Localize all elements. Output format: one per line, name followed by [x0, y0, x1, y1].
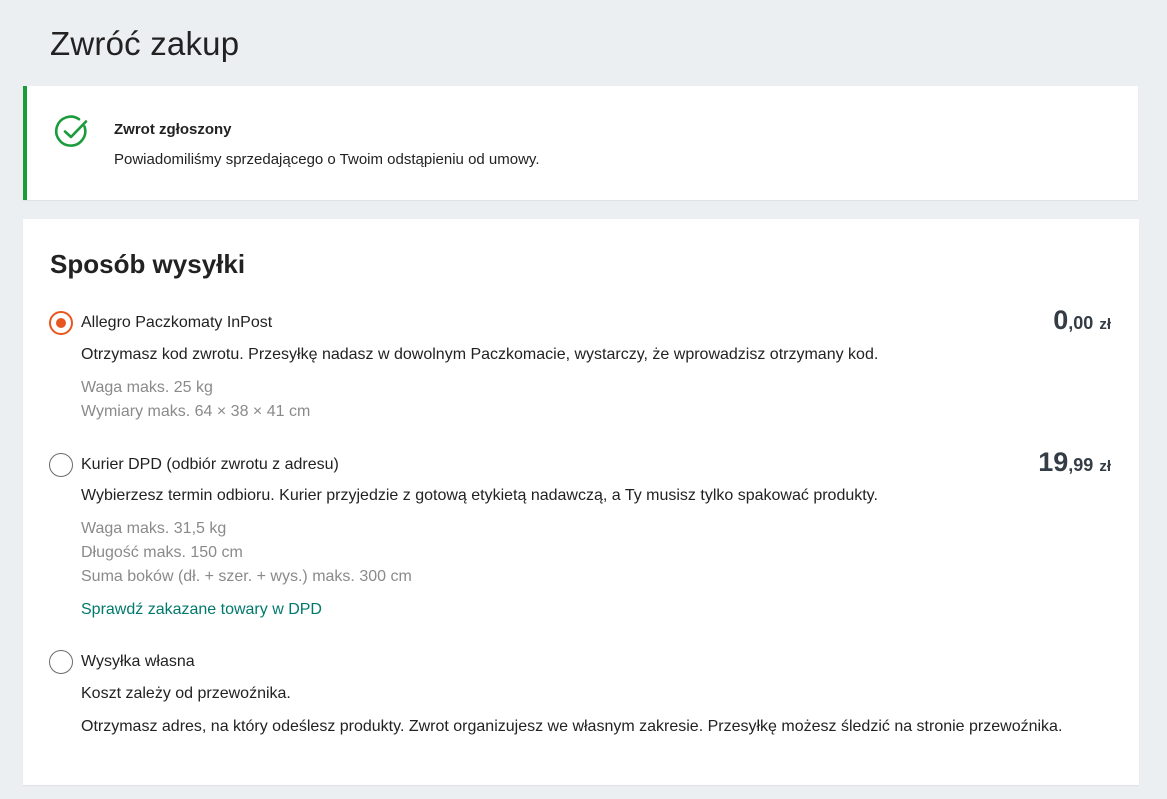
check-circle-icon — [54, 115, 88, 147]
shipping-method-card: Sposób wysyłki Allegro Paczkomaty InPost… — [23, 219, 1139, 785]
option-label[interactable]: Kurier DPD (odbiór zwrotu z adresu) — [81, 456, 339, 474]
option-label[interactable]: Wysyłka własna — [81, 653, 195, 671]
option-spec: Suma boków (dł. + szer. + wys.) maks. 30… — [81, 568, 412, 585]
price-currency: zł — [1099, 316, 1111, 333]
price-currency: zł — [1099, 458, 1111, 475]
option-description: Otrzymasz kod zwrotu. Przesyłkę nadasz w… — [81, 346, 879, 363]
return-confirmation-notice: Zwrot zgłoszony Powiadomiliśmy sprzedają… — [23, 86, 1138, 200]
option-label[interactable]: Allegro Paczkomaty InPost — [81, 314, 272, 332]
option-spec: Wymiary maks. 64 × 38 × 41 cm — [81, 403, 311, 420]
option-spec: Długość maks. 150 cm — [81, 544, 243, 561]
option-description: Koszt zależy od przewoźnika. — [81, 685, 291, 702]
price-integer: 19 — [1038, 447, 1069, 477]
shipping-heading: Sposób wysyłki — [50, 249, 246, 279]
radio-own-shipping[interactable] — [49, 650, 73, 674]
radio-dpd[interactable] — [49, 453, 73, 477]
radio-inpost[interactable] — [49, 311, 73, 335]
notice-text: Powiadomiliśmy sprzedającego o Twoim ods… — [114, 151, 540, 168]
price-decimal: ,00 — [1068, 313, 1094, 333]
option-price: 19,99 zł — [1038, 447, 1111, 478]
option-description: Wybierzesz termin odbioru. Kurier przyje… — [81, 487, 878, 504]
option-spec: Waga maks. 31,5 kg — [81, 520, 227, 537]
option-spec: Waga maks. 25 kg — [81, 379, 213, 396]
option-price: 0,00 zł — [1053, 305, 1111, 336]
dpd-forbidden-goods-link[interactable]: Sprawdź zakazane towary w DPD — [81, 601, 322, 619]
option-description-extra: Otrzymasz adres, na który odeślesz produ… — [81, 718, 1063, 735]
notice-title: Zwrot zgłoszony — [114, 121, 232, 138]
price-decimal: ,99 — [1068, 455, 1094, 475]
page-title: Zwróć zakup — [50, 25, 240, 62]
price-integer: 0 — [1053, 305, 1069, 335]
